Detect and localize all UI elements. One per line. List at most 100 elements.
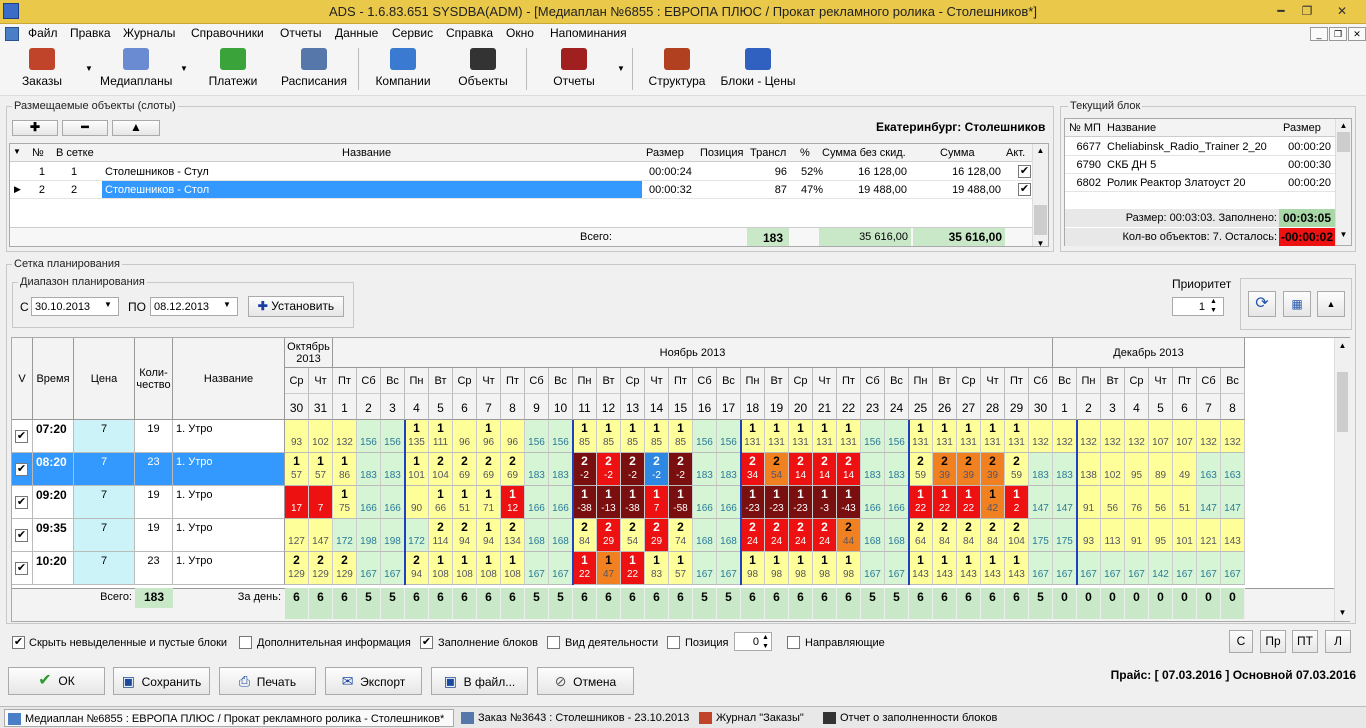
schedule-cell[interactable]: 1 131 xyxy=(813,420,837,453)
schedule-cell[interactable]: 2 129 xyxy=(309,552,333,585)
sched-header-name[interactable]: Название xyxy=(173,338,285,420)
col-block-size[interactable]: Размер xyxy=(1283,122,1321,134)
schedule-cell[interactable]: 167 xyxy=(885,552,909,585)
task-journal[interactable]: Журнал "Заказы" xyxy=(696,709,816,727)
date-header[interactable]: 8 xyxy=(1221,394,1245,420)
date-header[interactable]: 1 xyxy=(333,394,357,420)
date-header[interactable]: 12 xyxy=(597,394,621,420)
schedule-cell[interactable]: 102 xyxy=(309,420,333,453)
mdi-close-button[interactable]: ✕ xyxy=(1348,27,1366,41)
date-header[interactable]: 7 xyxy=(477,394,501,420)
schedule-cell[interactable]: 156 xyxy=(357,420,381,453)
schedule-cell[interactable]: 1 131 xyxy=(909,420,933,453)
schedule-cell[interactable]: 168 xyxy=(525,519,549,552)
date-header[interactable]: 18 xyxy=(741,394,765,420)
date-header[interactable]: 23 xyxy=(861,394,885,420)
date-from-dropdown-icon[interactable]: ▼ xyxy=(104,300,112,309)
remove-slot-button[interactable]: ━ xyxy=(62,120,108,136)
schedule-cell[interactable]: 166 xyxy=(549,486,573,519)
sched-time[interactable]: 09:20 xyxy=(33,486,74,519)
date-header[interactable]: 6 xyxy=(1173,394,1197,420)
schedule-cell[interactable]: 156 xyxy=(885,420,909,453)
date-header[interactable]: 6 xyxy=(453,394,477,420)
schedule-cell[interactable]: 1 111 xyxy=(429,420,453,453)
mediaplans-dropdown-icon[interactable]: ▼ xyxy=(180,64,188,73)
objects-button[interactable]: Объекты xyxy=(455,46,511,92)
schedule-cell[interactable]: 143 xyxy=(1221,519,1245,552)
grid-view-button[interactable]: ▦ xyxy=(1283,291,1311,317)
schedule-cell[interactable]: 166 xyxy=(357,486,381,519)
schedule-cell[interactable]: 167 xyxy=(1221,552,1245,585)
menu-data[interactable]: Данные xyxy=(335,26,378,40)
sched-time[interactable]: 10:20 xyxy=(33,552,74,585)
schedule-cell[interactable]: 2 14 xyxy=(813,453,837,486)
schedule-cell[interactable]: 49 xyxy=(1173,453,1197,486)
schedule-cell[interactable]: 96 xyxy=(501,420,525,453)
schedule-cell[interactable]: 132 xyxy=(1029,420,1053,453)
schedule-cell[interactable]: 1 131 xyxy=(789,420,813,453)
date-header[interactable]: 25 xyxy=(909,394,933,420)
schedule-cell[interactable]: 2 104 xyxy=(1005,519,1029,552)
orders-button[interactable]: Заказы xyxy=(18,46,66,92)
slot-row[interactable]: 1 1 Столешников - Стул 00:00:24 96 52% 16 128,… xyxy=(10,163,1032,181)
schedule-cell[interactable]: 56 xyxy=(1149,486,1173,519)
schedule-cell[interactable]: 1 22 xyxy=(957,486,981,519)
view-pt-button[interactable]: ПТ xyxy=(1292,630,1318,653)
set-range-button[interactable]: ✚ Установить xyxy=(248,296,344,317)
date-header[interactable]: 9 xyxy=(525,394,549,420)
schedule-cell[interactable]: 167 xyxy=(357,552,381,585)
menu-edit[interactable]: Правка xyxy=(70,26,111,40)
menu-reports[interactable]: Отчеты xyxy=(280,26,321,40)
sched-header-v[interactable]: V xyxy=(12,338,33,420)
extra-info-checkbox[interactable] xyxy=(239,636,252,649)
schedule-cell[interactable]: 7 xyxy=(309,486,333,519)
menu-file[interactable]: Файл xyxy=(28,26,58,40)
schedule-cell[interactable]: 93 xyxy=(1077,519,1101,552)
schedule-cell[interactable]: 95 xyxy=(1149,519,1173,552)
schedule-cell[interactable]: 183 xyxy=(717,453,741,486)
col-pct[interactable]: % xyxy=(800,147,810,159)
schedule-cell[interactable]: 172 xyxy=(405,519,429,552)
date-header[interactable]: 30 xyxy=(1029,394,1053,420)
slot-name-cell[interactable]: Столешников - Стул xyxy=(102,163,642,180)
schedule-cell[interactable]: 1 108 xyxy=(429,552,453,585)
schedule-cell[interactable]: 156 xyxy=(525,420,549,453)
schedule-cell[interactable]: 90 xyxy=(405,486,429,519)
schedule-cell[interactable]: 107 xyxy=(1173,420,1197,453)
date-header[interactable]: 19 xyxy=(765,394,789,420)
schedule-cell[interactable]: 183 xyxy=(525,453,549,486)
schedule-cell[interactable]: 167 xyxy=(1101,552,1125,585)
col-trans[interactable]: Трансл xyxy=(750,147,786,159)
schedule-cell[interactable]: 166 xyxy=(693,486,717,519)
schedule-cell[interactable]: 101 xyxy=(1173,519,1197,552)
schedule-cell[interactable]: 121 xyxy=(1197,519,1221,552)
schedule-cell[interactable]: 1 143 xyxy=(1005,552,1029,585)
schedule-cell[interactable]: 167 xyxy=(381,552,405,585)
hide-empty-checkbox[interactable]: ✔ xyxy=(12,636,25,649)
schedule-cell[interactable]: 1 143 xyxy=(981,552,1005,585)
date-header[interactable]: 24 xyxy=(885,394,909,420)
structure-button[interactable]: Структура xyxy=(648,46,706,92)
schedule-cell[interactable]: 95 xyxy=(1125,453,1149,486)
schedule-cell[interactable]: 2 64 xyxy=(909,519,933,552)
schedule-cell[interactable]: 2 24 xyxy=(813,519,837,552)
schedule-cell[interactable]: 132 xyxy=(1053,420,1077,453)
restore-button[interactable]: ❐ xyxy=(1294,2,1320,20)
schedule-cell[interactable]: 198 xyxy=(741,552,765,585)
schedules-button[interactable]: Расписания xyxy=(280,46,348,92)
col-size[interactable]: Размер xyxy=(646,147,684,159)
schedule-cell[interactable]: 167 xyxy=(1125,552,1149,585)
schedule-cell[interactable]: 147 xyxy=(1221,486,1245,519)
schedule-cell[interactable]: 2 59 xyxy=(909,453,933,486)
schedule-cell[interactable]: 163 xyxy=(1197,453,1221,486)
sched-time[interactable]: 07:20 xyxy=(33,420,74,453)
col-block-name[interactable]: Название xyxy=(1107,122,1156,134)
schedule-cell[interactable]: 1 101 xyxy=(405,453,429,486)
schedule-cell[interactable]: 2 84 xyxy=(957,519,981,552)
schedule-cell[interactable]: 147 xyxy=(1053,486,1077,519)
schedule-cell[interactable]: 2 69 xyxy=(453,453,477,486)
date-header[interactable]: 20 xyxy=(789,394,813,420)
date-header[interactable]: 29 xyxy=(1005,394,1029,420)
print-button[interactable]: ⎙ Печать xyxy=(219,667,316,695)
schedule-cell[interactable]: 156 xyxy=(717,420,741,453)
